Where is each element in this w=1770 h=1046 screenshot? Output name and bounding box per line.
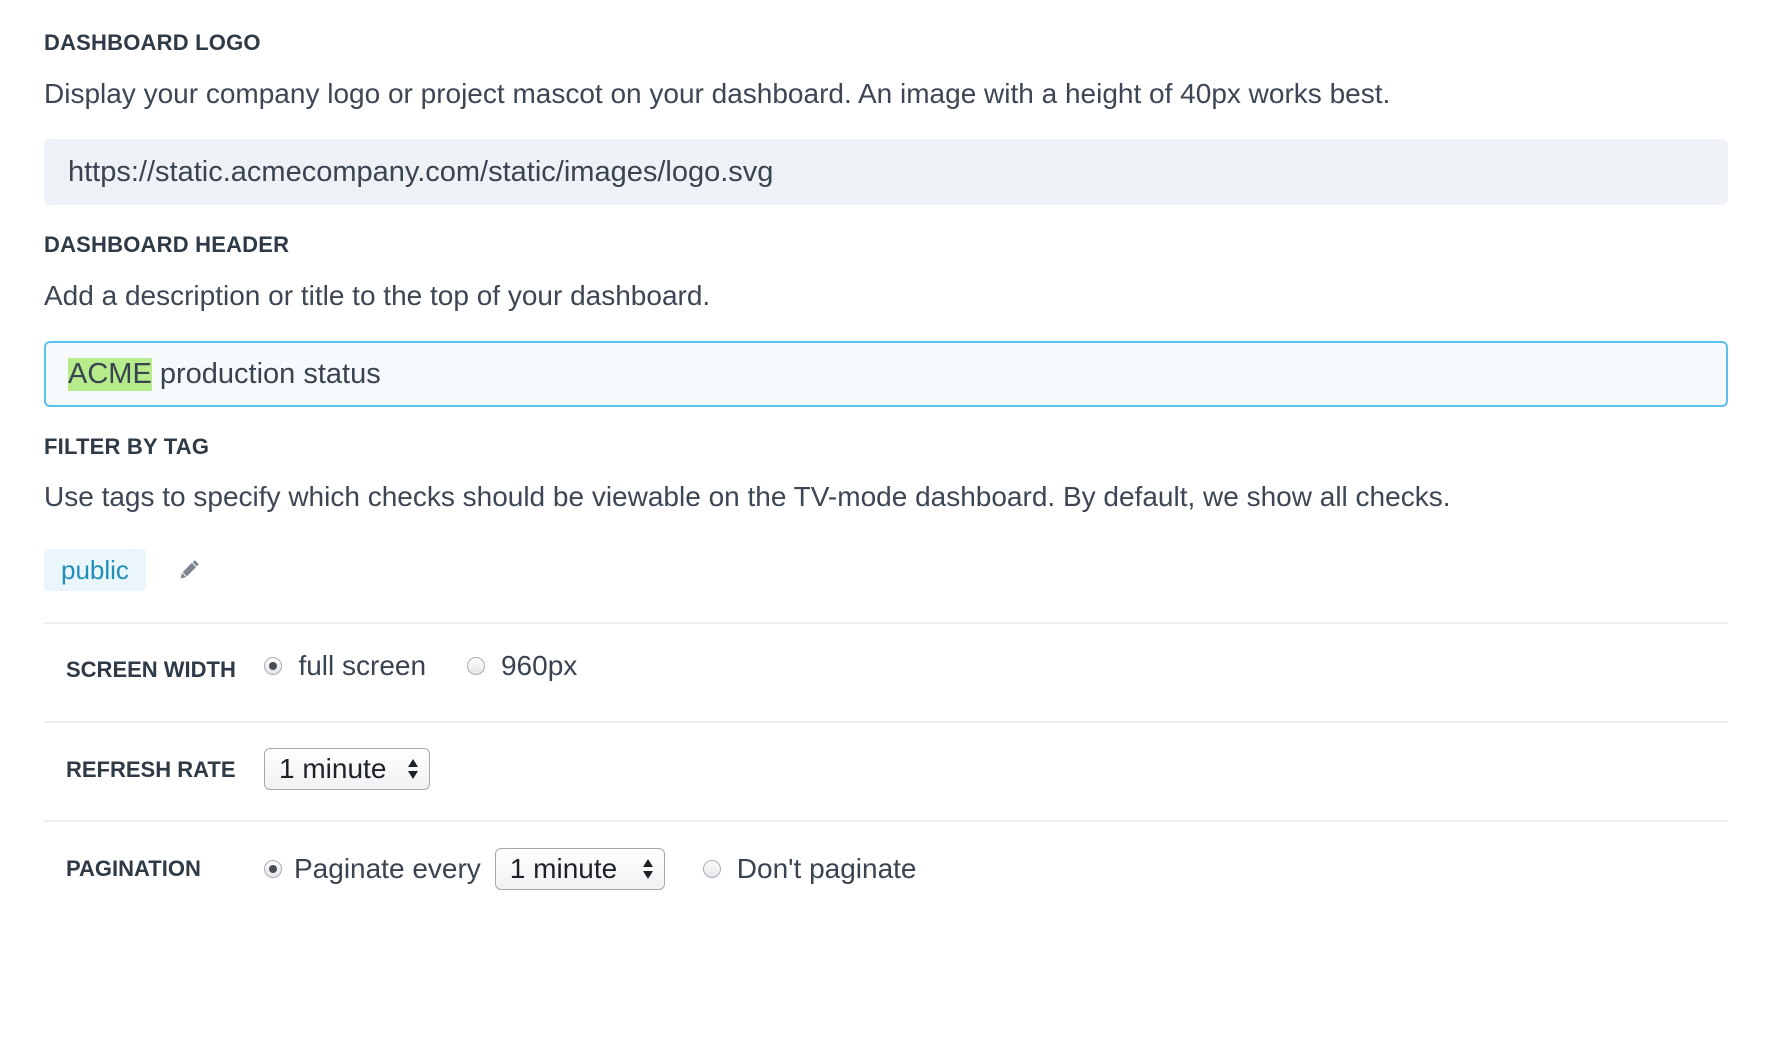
refresh-rate-value: 1 minute: [279, 753, 387, 784]
logo-url-input[interactable]: https://static.acmecompany.com/static/im…: [44, 139, 1728, 205]
option-paginate-every-label: Paginate every: [294, 853, 481, 884]
tag-list: public: [44, 549, 202, 591]
option-960px-label: 960px: [500, 650, 578, 681]
pagination-label: PAGINATION: [66, 856, 201, 881]
filter-section-label: FILTER BY TAG: [44, 434, 210, 459]
divider-1: [44, 622, 1728, 624]
select-arrows-icon: [408, 759, 418, 779]
pagination-options: Paginate every 1 minute Don't paginate: [264, 848, 917, 890]
header-section-label: DASHBOARD HEADER: [44, 232, 290, 257]
refresh-rate-label: REFRESH RATE: [66, 757, 236, 782]
header-value-rest: production status: [151, 357, 381, 390]
pagination-interval-select[interactable]: 1 minute: [494, 848, 665, 890]
divider-3: [44, 820, 1728, 822]
refresh-rate-select[interactable]: 1 minute: [264, 748, 430, 790]
logo-description: Display your company logo or project mas…: [44, 78, 1391, 109]
radio-paginate-every[interactable]: [264, 860, 282, 878]
filter-description: Use tags to specify which checks should …: [44, 481, 1451, 512]
option-full-screen-label: full screen: [298, 650, 427, 681]
screen-width-label: SCREEN WIDTH: [66, 657, 236, 682]
tag-public[interactable]: public: [44, 549, 146, 591]
screen-width-options: full screen 960px: [264, 650, 577, 682]
option-dont-paginate-label: Don't paginate: [736, 853, 917, 884]
logo-url-value: https://static.acmecompany.com/static/im…: [68, 155, 774, 188]
header-description: Add a description or title to the top of…: [44, 280, 711, 311]
logo-section-label: DASHBOARD LOGO: [44, 30, 261, 55]
radio-full-screen[interactable]: [264, 657, 282, 675]
radio-dont-paginate[interactable]: [702, 860, 721, 878]
divider-2: [44, 721, 1728, 723]
pencil-icon[interactable]: [176, 557, 202, 583]
header-value-highlight: ACME: [68, 357, 152, 391]
radio-960px[interactable]: [466, 657, 485, 675]
header-title-input[interactable]: ACME production status: [44, 341, 1728, 407]
pagination-interval-value: 1 minute: [509, 853, 618, 884]
select-arrows-icon: [642, 859, 653, 879]
